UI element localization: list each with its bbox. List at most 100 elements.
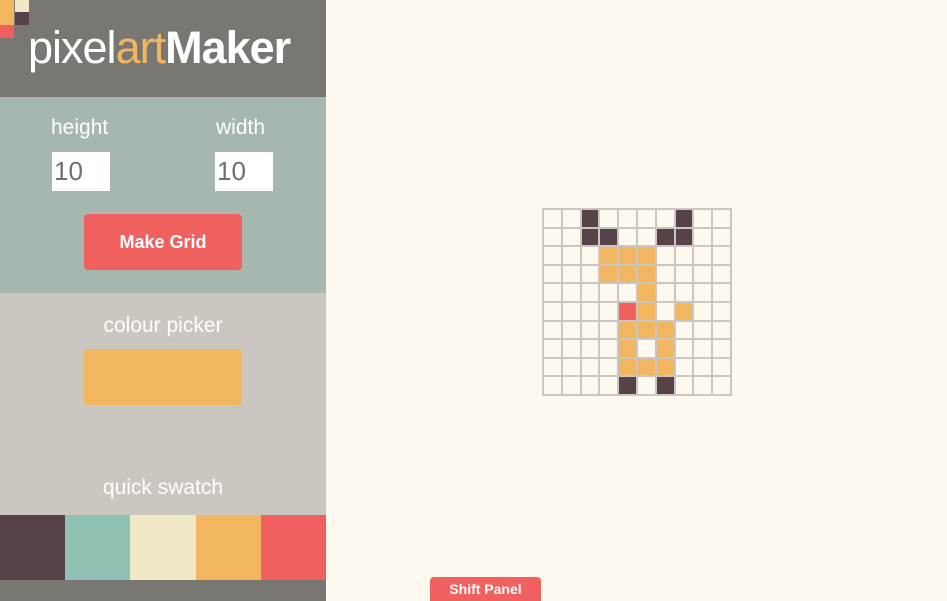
grid-cell[interactable]: [654, 319, 676, 341]
grid-cell[interactable]: [542, 319, 563, 341]
grid-cell[interactable]: [654, 338, 676, 359]
grid-cell[interactable]: [617, 226, 638, 248]
grid-cell[interactable]: [560, 245, 582, 266]
swatch-orange[interactable]: [195, 515, 261, 580]
swatch-dark[interactable]: [0, 515, 66, 580]
grid-cell[interactable]: [635, 356, 657, 378]
grid-cell[interactable]: [598, 375, 620, 396]
grid-cell[interactable]: [579, 375, 601, 396]
grid-cell[interactable]: [542, 245, 563, 266]
colour-picker[interactable]: [84, 349, 242, 405]
grid-cell[interactable]: [711, 245, 732, 266]
grid-cell[interactable]: [635, 263, 657, 285]
grid-cell[interactable]: [711, 300, 732, 322]
grid-cell[interactable]: [542, 300, 563, 322]
grid-cell[interactable]: [692, 338, 714, 359]
grid-cell[interactable]: [598, 208, 620, 229]
grid-cell[interactable]: [654, 226, 676, 248]
grid-cell[interactable]: [560, 226, 582, 248]
grid-cell[interactable]: [560, 356, 582, 378]
grid-cell[interactable]: [654, 356, 676, 378]
grid-cell[interactable]: [692, 245, 714, 266]
grid-cell[interactable]: [560, 375, 582, 396]
grid-cell[interactable]: [692, 226, 714, 248]
grid-cell[interactable]: [635, 338, 657, 359]
grid-cell[interactable]: [635, 226, 657, 248]
grid-cell[interactable]: [617, 245, 638, 266]
grid-cell[interactable]: [560, 282, 582, 303]
grid-cell[interactable]: [617, 300, 638, 322]
grid-cell[interactable]: [542, 208, 563, 229]
grid-cell[interactable]: [635, 282, 657, 303]
grid-cell[interactable]: [579, 208, 601, 229]
grid-cell[interactable]: [635, 375, 657, 396]
grid-cell[interactable]: [673, 282, 695, 303]
grid-cell[interactable]: [598, 319, 620, 341]
grid-cell[interactable]: [711, 208, 732, 229]
grid-cell[interactable]: [542, 263, 563, 285]
grid-cell[interactable]: [617, 208, 638, 229]
grid-cell[interactable]: [711, 282, 732, 303]
grid-cell[interactable]: [579, 300, 601, 322]
grid-cell[interactable]: [711, 375, 732, 396]
grid-cell[interactable]: [635, 319, 657, 341]
shift-panel-button[interactable]: Shift Panel: [430, 577, 541, 601]
grid-cell[interactable]: [692, 375, 714, 396]
grid-cell[interactable]: [542, 282, 563, 303]
grid-cell[interactable]: [542, 226, 563, 248]
grid-cell[interactable]: [673, 375, 695, 396]
grid-cell[interactable]: [560, 319, 582, 341]
grid-cell[interactable]: [617, 375, 638, 396]
grid-cell[interactable]: [654, 263, 676, 285]
grid-cell[interactable]: [579, 282, 601, 303]
grid-cell[interactable]: [692, 300, 714, 322]
grid-cell[interactable]: [673, 319, 695, 341]
grid-cell[interactable]: [635, 208, 657, 229]
grid-cell[interactable]: [598, 338, 620, 359]
make-grid-button[interactable]: Make Grid: [84, 214, 242, 270]
grid-cell[interactable]: [711, 356, 732, 378]
grid-cell[interactable]: [654, 282, 676, 303]
grid-cell[interactable]: [673, 245, 695, 266]
grid-cell[interactable]: [617, 338, 638, 359]
swatch-red[interactable]: [260, 515, 327, 580]
grid-cell[interactable]: [654, 300, 676, 322]
grid-cell[interactable]: [579, 319, 601, 341]
grid-cell[interactable]: [635, 245, 657, 266]
grid-cell[interactable]: [692, 319, 714, 341]
grid-cell[interactable]: [579, 338, 601, 359]
grid-cell[interactable]: [542, 338, 563, 359]
grid-cell[interactable]: [617, 282, 638, 303]
grid-cell[interactable]: [598, 356, 620, 378]
grid-cell[interactable]: [598, 263, 620, 285]
grid-cell[interactable]: [711, 226, 732, 248]
grid-cell[interactable]: [692, 356, 714, 378]
grid-cell[interactable]: [673, 338, 695, 359]
grid-cell[interactable]: [560, 338, 582, 359]
grid-cell[interactable]: [654, 375, 676, 396]
grid-cell[interactable]: [579, 356, 601, 378]
grid-cell[interactable]: [673, 208, 695, 229]
grid-cell[interactable]: [692, 208, 714, 229]
grid-cell[interactable]: [654, 245, 676, 266]
grid-cell[interactable]: [617, 263, 638, 285]
grid-cell[interactable]: [598, 226, 620, 248]
grid-cell[interactable]: [692, 263, 714, 285]
grid-cell[interactable]: [598, 300, 620, 322]
swatch-teal[interactable]: [65, 515, 131, 580]
width-input[interactable]: [215, 152, 273, 191]
grid-cell[interactable]: [673, 356, 695, 378]
grid-cell[interactable]: [673, 300, 695, 322]
height-input[interactable]: [52, 152, 110, 191]
grid-cell[interactable]: [598, 245, 620, 266]
grid-cell[interactable]: [673, 226, 695, 248]
grid-cell[interactable]: [673, 263, 695, 285]
grid-cell[interactable]: [711, 338, 732, 359]
grid-cell[interactable]: [598, 282, 620, 303]
grid-cell[interactable]: [579, 226, 601, 248]
grid-cell[interactable]: [654, 208, 676, 229]
grid-cell[interactable]: [711, 319, 732, 341]
grid-cell[interactable]: [692, 282, 714, 303]
grid-cell[interactable]: [560, 300, 582, 322]
grid-cell[interactable]: [617, 319, 638, 341]
